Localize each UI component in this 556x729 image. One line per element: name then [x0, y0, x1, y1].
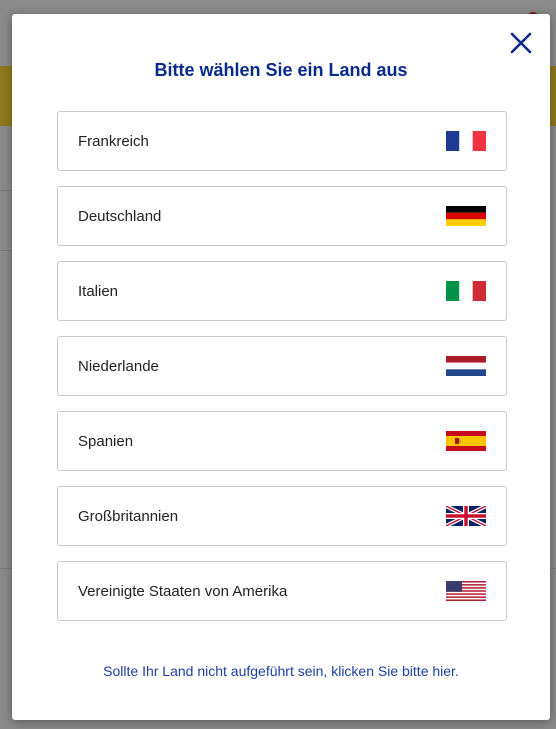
country-list: Frankreich Deutschland Italien Niederlan…: [57, 111, 507, 636]
country-option-germany[interactable]: Deutschland: [57, 186, 507, 246]
country-option-spain[interactable]: Spanien: [57, 411, 507, 471]
country-label: Frankreich: [78, 132, 149, 150]
close-icon[interactable]: [508, 30, 534, 56]
country-label: Spanien: [78, 432, 134, 450]
country-option-france[interactable]: Frankreich: [57, 111, 507, 171]
country-label: Italien: [78, 282, 119, 300]
germany-flag-icon: [446, 206, 486, 226]
netherlands-flag-icon: [446, 356, 486, 376]
uk-flag-icon: [446, 506, 486, 526]
usa-flag-icon: [446, 581, 486, 601]
france-flag-icon: [446, 131, 486, 151]
country-option-usa[interactable]: Vereinigte Staaten von Amerika: [57, 561, 507, 621]
country-selection-dialog: Bitte wählen Sie ein Land aus Frankreich…: [12, 14, 550, 720]
country-not-listed-link[interactable]: Sollte Ihr Land nicht aufgeführt sein, k…: [12, 663, 550, 679]
country-option-italy[interactable]: Italien: [57, 261, 507, 321]
country-label: Niederlande: [78, 357, 159, 375]
country-label: Vereinigte Staaten von Amerika: [78, 582, 288, 600]
country-option-netherlands[interactable]: Niederlande: [57, 336, 507, 396]
country-label: Deutschland: [78, 207, 162, 225]
dialog-title: Bitte wählen Sie ein Land aus: [154, 60, 408, 80]
spain-flag-icon: [446, 431, 486, 451]
country-label: Großbritannien: [78, 507, 179, 525]
country-option-great-britain[interactable]: Großbritannien: [57, 486, 507, 546]
italy-flag-icon: [446, 281, 486, 301]
